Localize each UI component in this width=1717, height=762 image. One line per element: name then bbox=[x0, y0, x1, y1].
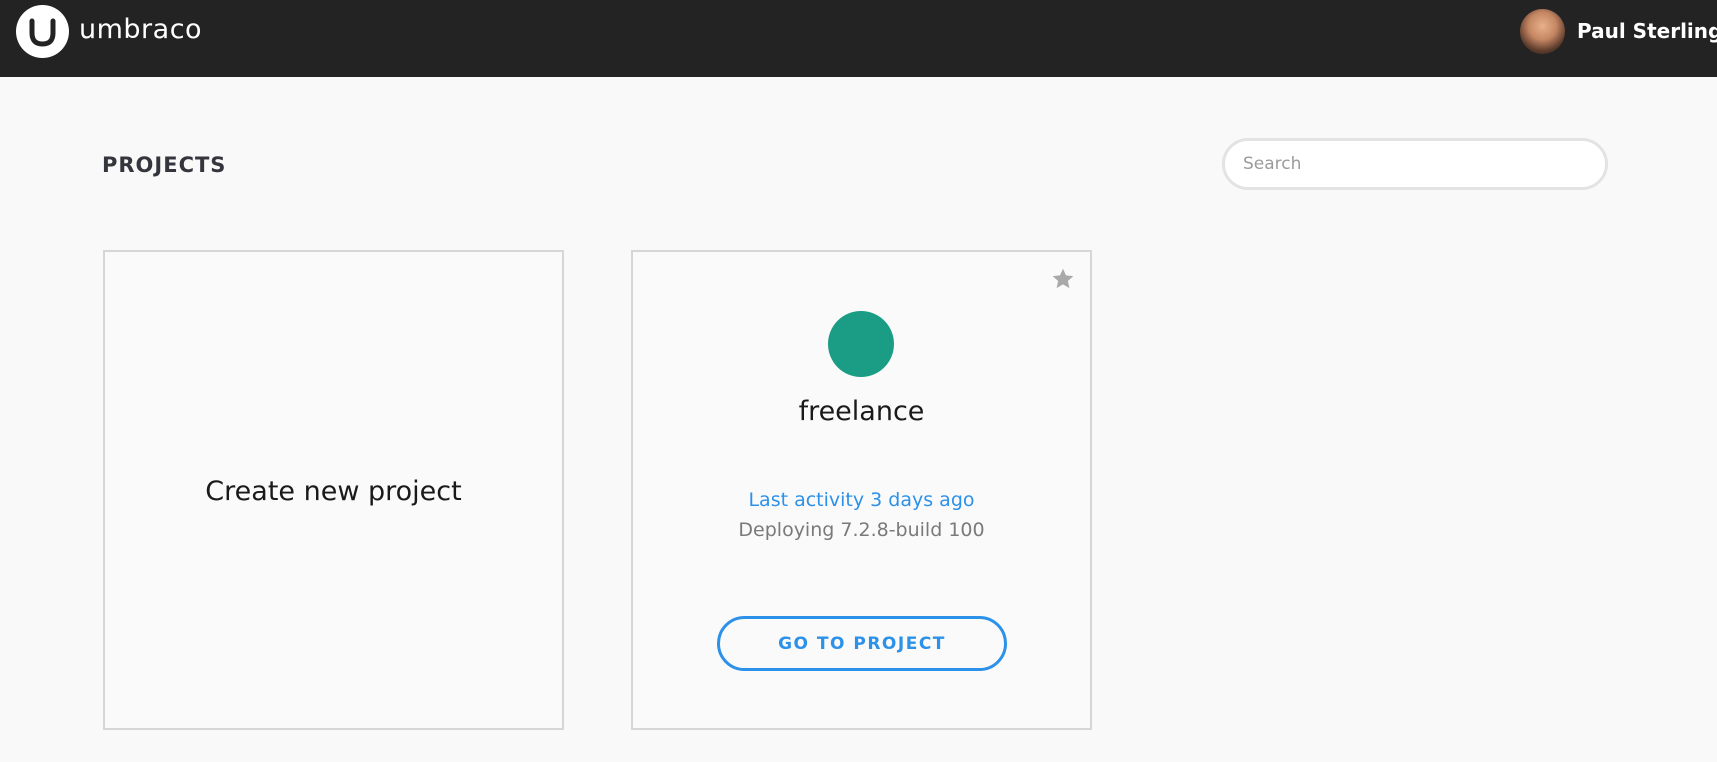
create-project-label: Create new project bbox=[205, 476, 462, 507]
umbraco-u-glyph bbox=[29, 18, 56, 47]
logo-wordmark[interactable]: umbraco bbox=[79, 12, 202, 48]
search-input[interactable] bbox=[1222, 138, 1608, 190]
project-color-dot bbox=[828, 311, 894, 377]
create-project-card[interactable]: Create new project bbox=[103, 250, 564, 730]
page-title: PROJECTS bbox=[102, 153, 227, 177]
user-avatar[interactable] bbox=[1520, 9, 1565, 54]
deploy-status: Deploying 7.2.8-build 100 bbox=[738, 519, 985, 541]
user-name[interactable]: Paul Sterling bbox=[1577, 16, 1717, 46]
umbraco-logo-icon[interactable] bbox=[16, 5, 69, 58]
project-name: freelance bbox=[798, 396, 925, 427]
star-icon[interactable] bbox=[1050, 266, 1076, 292]
project-card: freelance Last activity 3 days ago Deplo… bbox=[631, 250, 1092, 730]
go-to-project-button[interactable]: GO TO PROJECT bbox=[717, 616, 1007, 671]
last-activity-link[interactable]: Last activity 3 days ago bbox=[633, 486, 1090, 514]
top-navigation-bar: umbraco Paul Sterling bbox=[0, 0, 1717, 77]
